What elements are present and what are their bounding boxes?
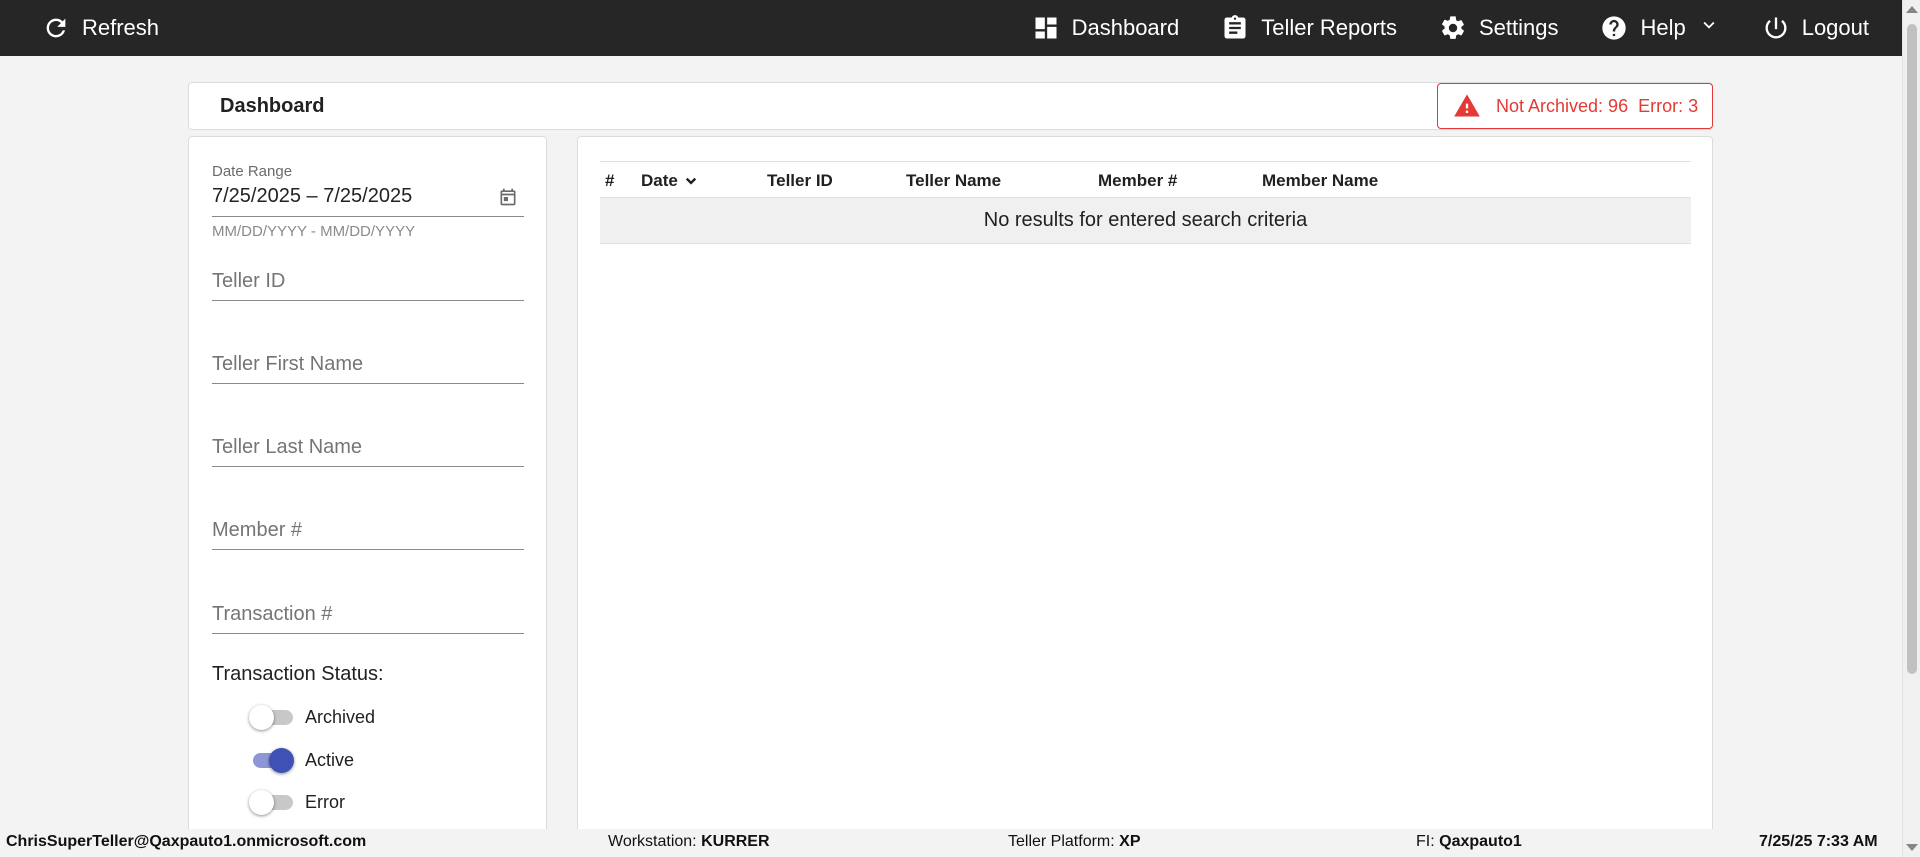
teller-id-field[interactable]: Teller ID [212,265,524,301]
table-header: # Date Teller ID Teller Name Member # Me… [600,161,1691,198]
dashboard-header: Dashboard Not Archived: 96 Error: 3 [188,82,1713,130]
teller-last-name-placeholder: Teller Last Name [212,436,363,458]
teller-id-placeholder: Teller ID [212,270,286,292]
nav-teller-reports-label: Teller Reports [1261,15,1397,40]
refresh-button[interactable]: Refresh [24,0,177,56]
column-header-member-name[interactable]: Member Name [1262,171,1378,191]
empty-results-row: No results for entered search criteria [600,198,1691,244]
status-platform: Teller Platform: XP [1008,833,1141,850]
archived-toggle[interactable]: Archived [249,704,375,730]
archived-switch[interactable] [249,704,295,730]
results-table: # Date Teller ID Teller Name Member # Me… [600,161,1691,244]
column-header-teller-id[interactable]: Teller ID [767,171,833,191]
transaction-status-label: Transaction Status: [212,663,384,685]
status-datetime: 7/25/25 7:33 AM [1759,833,1878,850]
error-count: Error: 3 [1638,95,1699,116]
date-range-input[interactable]: 7/25/2025 – 7/25/2025 [212,181,524,217]
active-toggle[interactable]: Active [249,747,354,773]
refresh-icon [46,18,66,38]
teller-last-name-field[interactable]: Teller Last Name [212,431,524,467]
teller-first-name-field[interactable]: Teller First Name [212,348,524,384]
column-header-teller-name[interactable]: Teller Name [906,171,1001,191]
column-header-member-number[interactable]: Member # [1098,171,1177,191]
chevron-down-icon [1698,14,1720,42]
nav-help-button[interactable]: Help [1579,0,1740,56]
gear-icon [1441,16,1464,39]
transaction-number-field[interactable]: Transaction # [212,598,524,634]
status-user: ChrisSuperTeller@Qaxpauto1.onmicrosoft.c… [6,833,367,850]
nav-menu: Dashboard Teller Reports Settings Help L… [1011,0,1890,56]
date-range-value: 7/25/2025 – 7/25/2025 [212,185,413,207]
teller-first-name-placeholder: Teller First Name [212,353,364,375]
refresh-label: Refresh [82,15,160,40]
sort-descending-icon [685,177,696,185]
active-label: Active [305,749,355,770]
page-scrollbar[interactable] [1902,0,1920,857]
not-archived-count: Not Archived: 96 [1496,95,1629,116]
filter-panel: Date Range 7/25/2025 – 7/25/2025 MM/DD/Y… [188,136,547,836]
archived-label: Archived [305,706,376,727]
power-icon [1765,17,1787,39]
page-title: Dashboard [220,95,325,117]
dashboard-icon [1035,17,1057,39]
status-fi: FI: Qaxpauto1 [1416,833,1522,850]
error-toggle[interactable]: Error [249,789,345,815]
scroll-up-arrow-icon[interactable] [1906,6,1918,13]
nav-help-label: Help [1640,15,1686,40]
column-header-number[interactable]: # [605,171,614,191]
nav-teller-reports-button[interactable]: Teller Reports [1200,0,1418,56]
empty-results-message: No results for entered search criteria [983,209,1308,231]
calendar-icon[interactable] [498,187,518,207]
nav-logout-button[interactable]: Logout [1741,0,1890,56]
member-number-field[interactable]: Member # [212,514,524,550]
error-switch[interactable] [249,789,295,815]
results-panel: # Date Teller ID Teller Name Member # Me… [577,136,1713,836]
scrollbar-thumb[interactable] [1907,24,1917,674]
date-range-label: Date Range [212,163,293,180]
warning-icon [1454,94,1480,117]
nav-settings-label: Settings [1478,15,1559,40]
top-nav-bar: Refresh Dashboard Teller Reports Setting… [0,0,1920,56]
archive-alert-badge[interactable]: Not Archived: 96 Error: 3 [1437,83,1713,129]
nav-settings-button[interactable]: Settings [1418,0,1580,56]
active-switch[interactable] [249,747,295,773]
help-icon [1602,16,1627,40]
clipboard-icon [1224,15,1246,39]
nav-dashboard-label: Dashboard [1071,15,1180,40]
scroll-down-arrow-icon[interactable] [1906,844,1918,851]
nav-dashboard-button[interactable]: Dashboard [1011,0,1201,56]
column-header-date[interactable]: Date [641,171,700,191]
status-workstation: Workstation: KURRER [608,833,770,850]
error-label: Error [305,791,345,812]
date-range-hint: MM/DD/YYYY - MM/DD/YYYY [212,223,416,240]
status-bar: ChrisSuperTeller@Qaxpauto1.onmicrosoft.c… [0,829,1902,857]
nav-logout-label: Logout [1801,15,1869,40]
member-number-placeholder: Member # [212,519,303,541]
transaction-number-placeholder: Transaction # [212,603,333,625]
